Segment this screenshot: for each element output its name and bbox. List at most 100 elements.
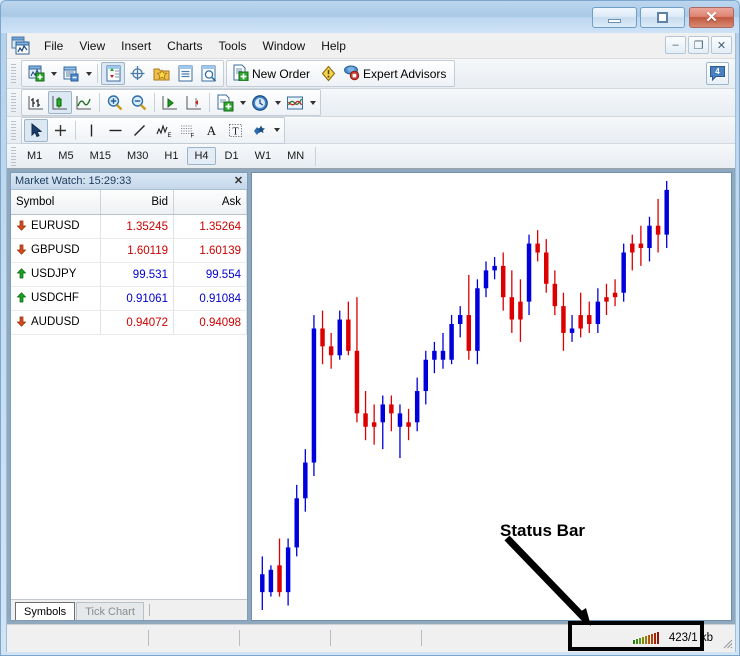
symbol-name: AUDUSD: [31, 316, 80, 328]
expert-advisors-button[interactable]: Expert Advisors: [340, 62, 452, 85]
zoom-out-button[interactable]: [127, 91, 151, 114]
auto-scroll-button[interactable]: [158, 91, 182, 114]
tab-separator: [149, 604, 150, 616]
menu-file[interactable]: File: [36, 36, 71, 56]
data-window-button[interactable]: [125, 62, 149, 85]
menu-help[interactable]: Help: [313, 36, 354, 56]
table-row[interactable]: EURUSD 1.35245 1.35264: [11, 215, 247, 239]
bid-price: 99.531: [100, 263, 173, 287]
strategy-tester-button[interactable]: [197, 62, 221, 85]
text-a-icon[interactable]: A: [199, 119, 223, 142]
table-row[interactable]: GBPUSD 1.60119 1.60139: [11, 239, 247, 263]
vertical-line-icon[interactable]: [79, 119, 103, 142]
timeframe-w1[interactable]: W1: [248, 147, 279, 165]
menu-view[interactable]: View: [71, 36, 113, 56]
menu-tools[interactable]: Tools: [211, 36, 255, 56]
window-minimize-button[interactable]: [592, 7, 637, 28]
table-row[interactable]: USDJPY 99.531 99.554: [11, 263, 247, 287]
fibonacci-icon[interactable]: F: [175, 119, 199, 142]
menu-bar: File View Insert Charts Tools Window Hel…: [7, 33, 735, 59]
mql-community-badge[interactable]: 4: [706, 62, 729, 85]
arrow-up-icon: [16, 292, 28, 306]
bid-price: 0.94072: [100, 311, 173, 335]
navigator-button[interactable]: [149, 62, 173, 85]
status-pane-2: [149, 630, 240, 646]
candlestick-chart-button[interactable]: [48, 91, 72, 114]
window-maximize-button[interactable]: [640, 7, 685, 28]
mdi-minimize-button[interactable]: –: [665, 36, 686, 54]
toolbar-grip[interactable]: [11, 147, 16, 166]
minimize-icon: [608, 19, 621, 23]
new-chart-dropdown[interactable]: [48, 62, 59, 85]
new-order-icon: [232, 64, 249, 84]
menu-charts[interactable]: Charts: [159, 36, 210, 56]
indicators-dropdown[interactable]: [307, 91, 318, 114]
toolbar-separator: [99, 93, 100, 112]
line-chart-button[interactable]: [72, 91, 96, 114]
text-label-icon[interactable]: T: [223, 119, 247, 142]
new-chart-button[interactable]: [24, 62, 48, 85]
ask-price: 0.91084: [173, 287, 246, 311]
elliott-wave-icon[interactable]: E: [151, 119, 175, 142]
timeframe-m5[interactable]: M5: [51, 147, 80, 165]
trendline-icon[interactable]: [127, 119, 151, 142]
period-button[interactable]: [248, 91, 272, 114]
expert-advisors-icon: [343, 64, 360, 84]
chart-window[interactable]: [251, 172, 732, 621]
status-pane-4: [331, 630, 422, 646]
new-order-button[interactable]: New Order: [229, 62, 316, 85]
menu-window[interactable]: Window: [255, 36, 314, 56]
tab-tick-chart[interactable]: Tick Chart: [76, 602, 144, 620]
arrow-down-icon: [16, 244, 28, 258]
table-row[interactable]: USDCHF 0.91061 0.91084: [11, 287, 247, 311]
chart-shift-button[interactable]: [182, 91, 206, 114]
toolbar-grip[interactable]: [11, 121, 16, 140]
templates-button[interactable]: [213, 91, 237, 114]
shapes-dropdown[interactable]: [271, 119, 282, 142]
menu-insert[interactable]: Insert: [113, 36, 159, 56]
timeframe-d1[interactable]: D1: [218, 147, 246, 165]
terminal-button[interactable]: [173, 62, 197, 85]
toolbar-grip[interactable]: [11, 93, 16, 112]
timeframe-h4[interactable]: H4: [187, 147, 215, 165]
mdi-restore-button[interactable]: ❐: [688, 36, 709, 54]
alert-diamond-icon[interactable]: [316, 62, 340, 85]
market-watch-tabs: Symbols Tick Chart: [11, 599, 247, 620]
symbol-name: GBPUSD: [31, 244, 80, 256]
application-window: ✕ File View Insert Charts Tools Window H…: [0, 0, 740, 656]
svg-text:E: E: [167, 133, 171, 139]
tab-symbols[interactable]: Symbols: [15, 602, 75, 620]
maximize-icon: [657, 12, 668, 23]
cursor-arrow-icon[interactable]: [24, 119, 48, 142]
indicators-button[interactable]: [283, 91, 307, 114]
application-client-area: File View Insert Charts Tools Window Hel…: [6, 33, 736, 652]
resize-grip-icon[interactable]: [719, 635, 733, 649]
window-close-button[interactable]: ✕: [689, 7, 734, 28]
period-dropdown[interactable]: [272, 91, 283, 114]
workspace: Market Watch: 15:29:33 ✕ Symbol Bid Ask: [7, 169, 735, 624]
table-row[interactable]: AUDUSD 0.94072 0.94098: [11, 311, 247, 335]
mdi-close-button[interactable]: ✕: [711, 36, 732, 54]
timeframe-h1[interactable]: H1: [157, 147, 185, 165]
zoom-in-button[interactable]: [103, 91, 127, 114]
toolbar-grip[interactable]: [11, 64, 16, 83]
column-header-bid[interactable]: Bid: [100, 190, 173, 215]
profiles-button[interactable]: [59, 62, 83, 85]
templates-dropdown[interactable]: [237, 91, 248, 114]
shapes-icon[interactable]: [247, 119, 271, 142]
toolbar-separator: [209, 93, 210, 112]
candlestick-chart[interactable]: [252, 173, 731, 620]
profiles-dropdown[interactable]: [83, 62, 94, 85]
column-header-symbol[interactable]: Symbol: [11, 190, 100, 215]
timeframe-mn[interactable]: MN: [280, 147, 311, 165]
bar-chart-button[interactable]: [24, 91, 48, 114]
timeframe-m1[interactable]: M1: [20, 147, 49, 165]
crosshair-icon[interactable]: [48, 119, 72, 142]
market-watch-title: Market Watch: 15:29:33: [15, 175, 232, 187]
market-watch-button[interactable]: [101, 62, 125, 85]
timeframe-m30[interactable]: M30: [120, 147, 155, 165]
close-icon[interactable]: ✕: [232, 175, 245, 188]
column-header-ask[interactable]: Ask: [173, 190, 246, 215]
timeframe-m15[interactable]: M15: [83, 147, 118, 165]
horizontal-line-icon[interactable]: [103, 119, 127, 142]
